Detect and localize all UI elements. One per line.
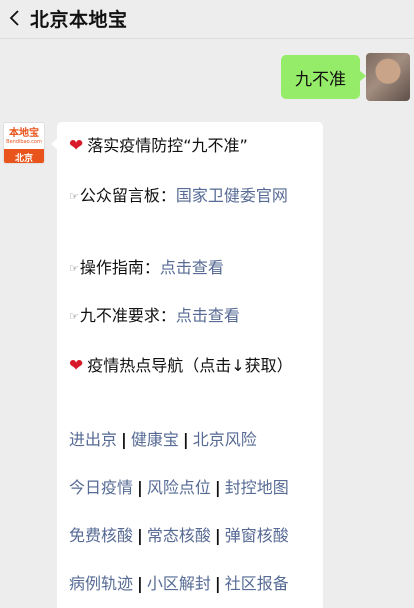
nav-link[interactable]: 常态核酸 [147, 526, 211, 545]
nav-link[interactable]: 北京风险 [193, 430, 257, 449]
nav-row: 进出京 | 健康宝 | 北京风险 [69, 428, 313, 451]
heading-hotspot: ❤ 疫情热点导航（点击↓获取） [69, 354, 313, 378]
bot-logo-city: 北京 [4, 149, 44, 163]
nav-separator: | [214, 574, 221, 593]
comment-board-line: ☞公众留言板：国家卫健委官网 [69, 184, 313, 208]
heart-icon: ❤ [69, 356, 84, 376]
back-arrow-icon[interactable] [0, 0, 30, 36]
heading-hotspot-text: 疫情热点导航（点击↓获取） [87, 356, 293, 375]
nav-link[interactable]: 进出京 [69, 430, 117, 449]
bot-avatar[interactable]: 本地宝 Bendibao.com 北京 [3, 122, 45, 164]
nav-row: 免费核酸 | 常态核酸 | 弹窗核酸 [69, 524, 313, 547]
nav-link[interactable]: 今日疫情 [69, 478, 133, 497]
bot-logo-sub: Bendibao.com [6, 138, 42, 145]
rules-line: ☞九不准要求：点击查看 [69, 304, 313, 328]
bot-logo-top: 本地宝 Bendibao.com [4, 123, 44, 149]
nav-separator: | [137, 574, 143, 593]
outgoing-message-row: 九不准 [0, 53, 414, 101]
comment-board-label: 公众留言板： [79, 186, 176, 205]
rules-label: 九不准要求： [79, 306, 176, 325]
nav-separator: | [121, 430, 127, 449]
top-bar: 北京本地宝 [0, 0, 414, 36]
guide-label: 操作指南： [79, 258, 160, 277]
heading-prevention-text: 落实疫情防控“九不准” [87, 136, 248, 155]
nav-link[interactable]: 风险点位 [147, 478, 211, 497]
nav-separator: | [137, 478, 143, 497]
outgoing-message-text: 九不准 [295, 69, 346, 90]
pointing-hand-icon: ☞ [69, 262, 79, 275]
heart-icon: ❤ [69, 136, 84, 156]
incoming-message-bubble: ❤ 落实疫情防控“九不准” ☞公众留言板：国家卫健委官网 ☞操作指南：点击查看 ☞… [51, 122, 323, 608]
nav-row: 今日疫情 | 风险点位 | 封控地图 [69, 476, 313, 499]
header-divider [0, 38, 414, 39]
nav-separator: | [214, 526, 221, 545]
nav-link[interactable]: 健康宝 [131, 430, 179, 449]
bot-logo-text: 本地宝 [9, 127, 39, 139]
pointing-hand-icon: ☞ [69, 310, 79, 323]
nav-link[interactable]: 社区报备 [225, 574, 289, 593]
comment-board-link[interactable]: 国家卫健委官网 [176, 186, 288, 205]
guide-line: ☞操作指南：点击查看 [69, 256, 313, 280]
chat-title: 北京本地宝 [30, 8, 128, 31]
rules-link[interactable]: 点击查看 [176, 306, 240, 325]
guide-link[interactable]: 点击查看 [160, 258, 224, 277]
user-avatar[interactable] [366, 53, 410, 101]
nav-link[interactable]: 小区解封 [147, 574, 211, 593]
nav-separator: | [182, 430, 189, 449]
pointing-hand-icon: ☞ [69, 190, 79, 203]
nav-link[interactable]: 病例轨迹 [69, 574, 133, 593]
outgoing-message-bubble[interactable]: 九不准 [281, 55, 366, 99]
nav-link[interactable]: 封控地图 [225, 478, 289, 497]
nav-link[interactable]: 弹窗核酸 [225, 526, 289, 545]
nav-link[interactable]: 免费核酸 [69, 526, 133, 545]
nav-separator: | [137, 526, 143, 545]
nav-separator: | [214, 478, 221, 497]
heading-prevention: ❤ 落实疫情防控“九不准” [69, 134, 313, 158]
nav-row: 病例轨迹 | 小区解封 | 社区报备 [69, 572, 313, 595]
